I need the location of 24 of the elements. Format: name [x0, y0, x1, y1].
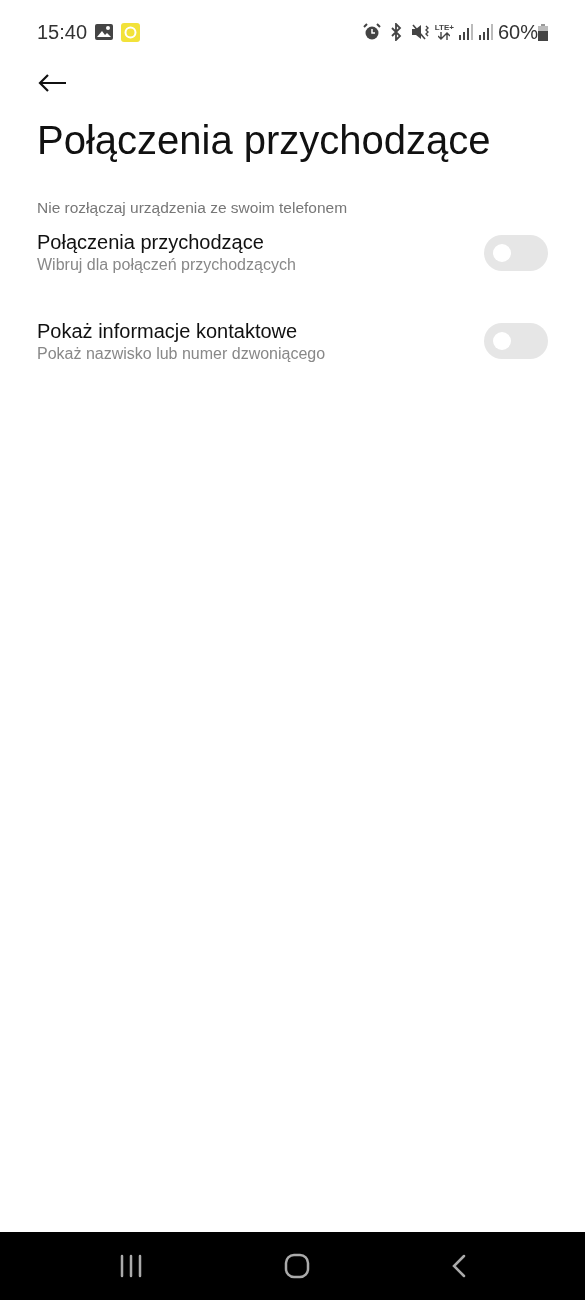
app-notification-icon	[121, 22, 141, 42]
alarm-icon	[362, 23, 381, 41]
setting-label: Połączenia przychodzące	[37, 230, 265, 256]
bluetooth-icon	[388, 23, 403, 41]
recent-apps-icon[interactable]	[118, 1254, 143, 1278]
section-hint: Nie rozłączaj urządzenia ze swoim telefonem	[37, 198, 349, 218]
status-time: 15:40	[37, 20, 88, 45]
setting-description: Pokaż nazwisko lub numer dzwoniącego	[37, 344, 327, 365]
battery-percentage: 60%	[497, 20, 538, 45]
setting-description: Wibruj dla połączeń przychodzących	[37, 255, 297, 276]
network-type: LTE+	[434, 24, 454, 32]
setting-label: Pokaż informacje kontaktowe	[37, 319, 299, 345]
data-arrows-icon	[438, 32, 451, 40]
signal-icon	[457, 24, 474, 40]
mute-vibrate-icon	[410, 23, 431, 41]
battery-icon	[538, 23, 548, 41]
back-icon[interactable]	[450, 1254, 467, 1278]
toggle-switch[interactable]	[484, 234, 548, 271]
page-title: Połączenia przychodzące	[37, 117, 492, 164]
image-icon	[95, 24, 114, 40]
home-icon[interactable]	[283, 1253, 310, 1279]
signal-icon	[477, 24, 494, 40]
back-arrow-icon[interactable]	[37, 72, 67, 93]
toggle-switch[interactable]	[484, 323, 548, 360]
